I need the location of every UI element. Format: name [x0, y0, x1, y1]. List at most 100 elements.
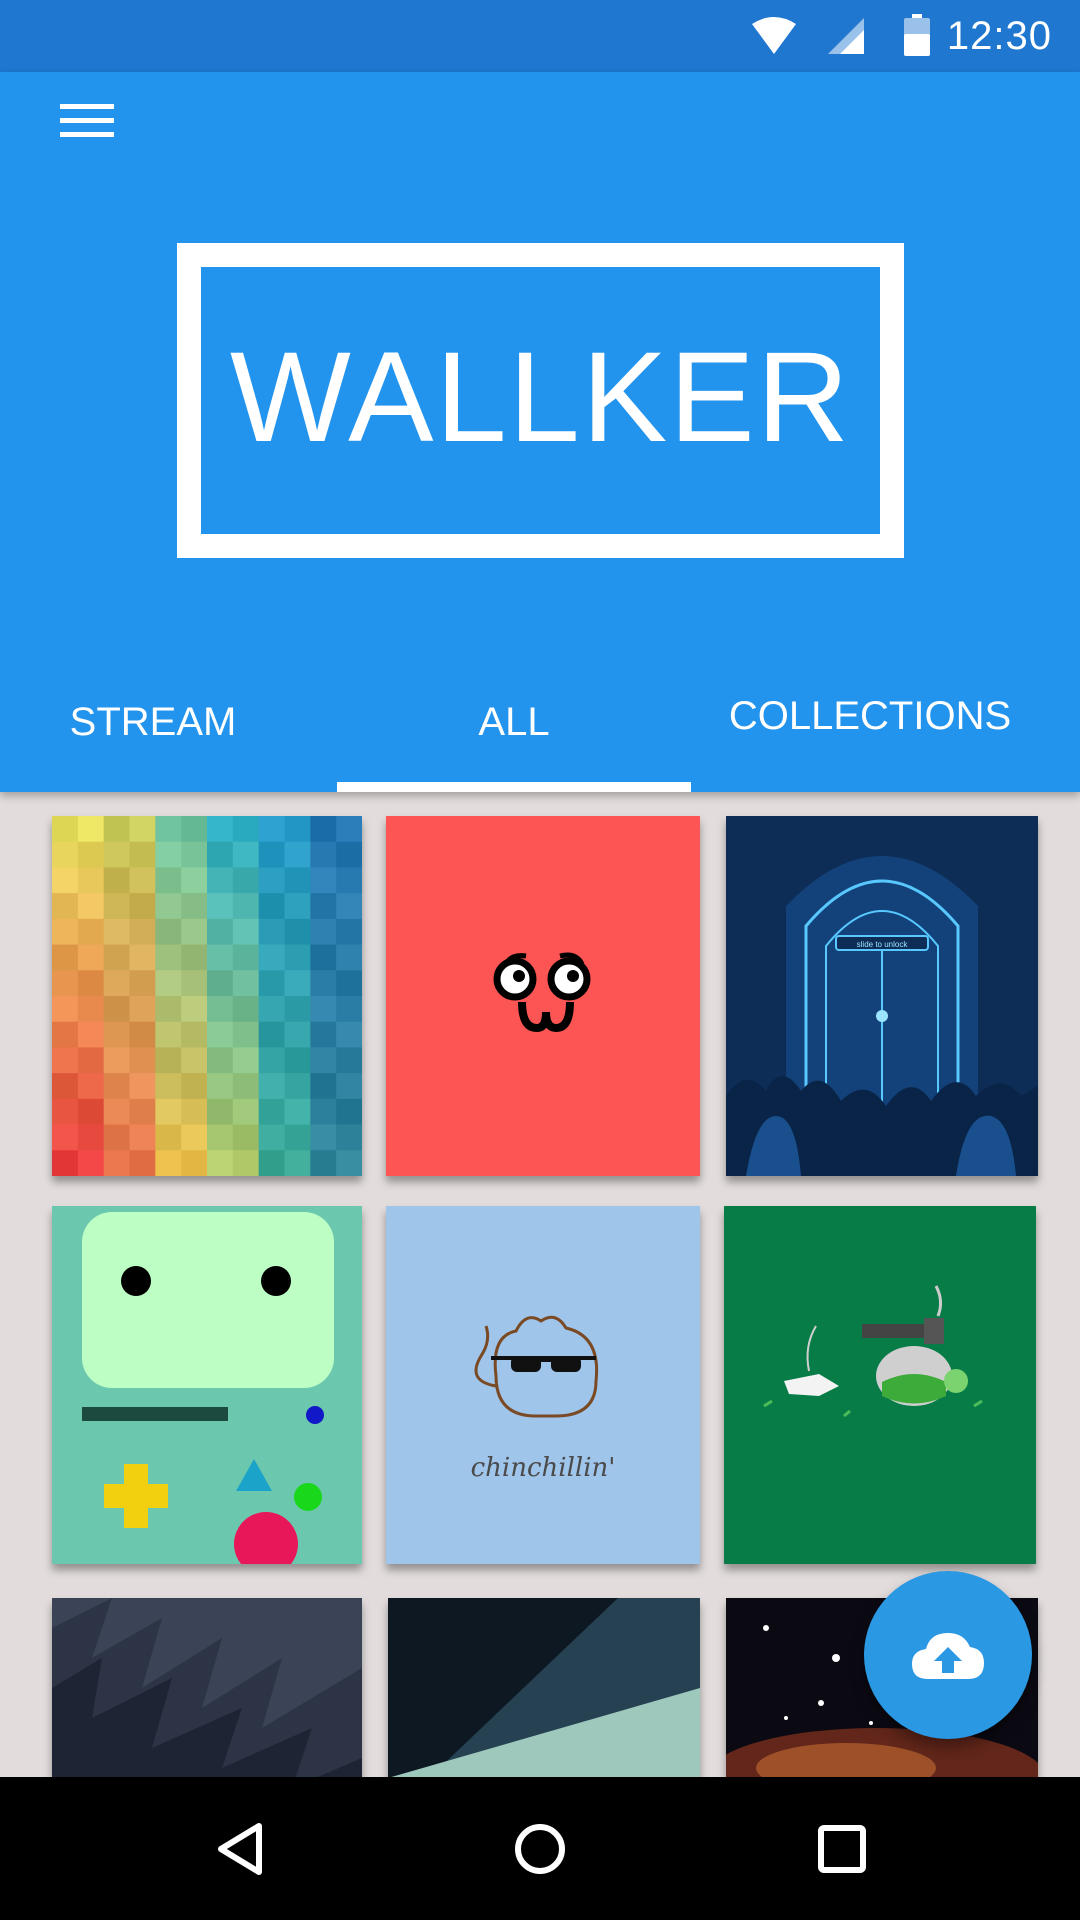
mosaic-cell [77, 1098, 105, 1126]
mosaic-cell [52, 1073, 79, 1100]
mosaic-cell [181, 816, 208, 843]
tab-collections[interactable]: COLLECTIONS [712, 646, 1028, 786]
mosaic-cell [207, 918, 234, 946]
wifi-icon [752, 17, 796, 54]
mosaic-cell [181, 944, 208, 971]
mosaic-cell [103, 867, 131, 894]
mosaic-cell [336, 816, 362, 843]
mosaic-cell [77, 816, 105, 843]
mosaic-cell [129, 1098, 156, 1126]
mosaic-cell [129, 841, 156, 869]
mosaic-cell [258, 816, 286, 843]
mosaic-cell [103, 841, 131, 869]
menu-button[interactable] [48, 86, 128, 166]
mosaic-cell [207, 996, 234, 1023]
mosaic-cell [207, 893, 234, 920]
tab-stream[interactable]: STREAM [0, 652, 306, 792]
mosaic-cell [232, 1073, 260, 1100]
mosaic-cell [232, 918, 260, 946]
mosaic-cell [207, 867, 234, 894]
wallpaper-tile-chinchilla[interactable]: chinchillin' [386, 1206, 700, 1564]
mosaic-cell [129, 1150, 156, 1176]
mosaic-cell [207, 944, 234, 971]
mosaic-cell [52, 1021, 79, 1049]
mosaic-cell [181, 893, 208, 920]
mosaic-cell [284, 816, 311, 843]
pixel-mosaic-image [52, 816, 362, 1176]
mosaic-cell [129, 970, 156, 997]
mosaic-cell [181, 1047, 208, 1074]
wallpaper-tile-pixel-gradient[interactable] [52, 816, 362, 1176]
mosaic-cell [77, 1021, 105, 1049]
mosaic-cell [336, 1073, 362, 1100]
mosaic-cell [284, 1021, 311, 1049]
mosaic-cell [284, 1098, 311, 1126]
mosaic-cell [103, 893, 131, 920]
mosaic-cell [181, 996, 208, 1023]
mosaic-cell [336, 1124, 362, 1151]
wallpaper-tile-geometric[interactable] [388, 1598, 700, 1777]
owo-face-image [493, 952, 591, 1033]
mosaic-cell [258, 918, 286, 946]
status-bar: 12:30 [0, 0, 1080, 72]
tab-collections-label: COLLECTIONS [728, 693, 1012, 738]
wallpaper-tile-turtle[interactable] [724, 1206, 1036, 1564]
mosaic-cell [155, 1073, 182, 1100]
wallpaper-tile-moria-gate[interactable]: slide to unlock [726, 816, 1038, 1176]
slide-to-unlock-text: slide to unlock [857, 940, 909, 949]
battery-icon [904, 14, 930, 56]
mosaic-cell [232, 1021, 260, 1049]
tab-indicator [337, 782, 691, 792]
mosaic-cell [129, 918, 156, 946]
mosaic-cell [155, 893, 182, 920]
mosaic-cell [310, 1150, 337, 1176]
mosaic-cell [284, 970, 311, 997]
mosaic-cell [232, 996, 260, 1023]
mosaic-cell [258, 970, 286, 997]
mosaic-cell [181, 918, 208, 946]
mosaic-cell [310, 1098, 337, 1126]
nav-recents-button[interactable] [762, 1777, 922, 1920]
wallpaper-tile-owo-face[interactable] [386, 816, 700, 1176]
mosaic-cell [103, 1098, 131, 1126]
wallpaper-tile-feathers[interactable] [52, 1598, 362, 1777]
mosaic-cell [77, 918, 105, 946]
nav-back-button[interactable] [160, 1777, 320, 1920]
mosaic-cell [336, 1021, 362, 1049]
mosaic-cell [155, 1124, 182, 1151]
tab-all[interactable]: ALL [337, 652, 691, 792]
mosaic-cell [232, 970, 260, 997]
mosaic-cell [258, 996, 286, 1023]
mosaic-cell [258, 1073, 286, 1100]
mosaic-cell [232, 816, 260, 843]
mosaic-cell [77, 996, 105, 1023]
mosaic-cell [52, 944, 79, 971]
mosaic-cell [258, 1098, 286, 1126]
mosaic-cell [77, 970, 105, 997]
mosaic-cell [77, 1047, 105, 1074]
mosaic-cell [129, 893, 156, 920]
mosaic-cell [103, 944, 131, 971]
mosaic-cell [155, 944, 182, 971]
mosaic-cell [207, 1124, 234, 1151]
mosaic-cell [77, 841, 105, 869]
mosaic-cell [52, 816, 79, 843]
mosaic-cell [336, 944, 362, 971]
mosaic-cell [103, 1150, 131, 1176]
wallpaper-tile-bmo[interactable] [52, 1206, 362, 1564]
mosaic-cell [103, 918, 131, 946]
mosaic-cell [284, 841, 311, 869]
chinchilla-image: chinchillin' [471, 1315, 616, 1483]
mosaic-cell [232, 893, 260, 920]
nav-home-button[interactable] [460, 1777, 620, 1920]
mosaic-cell [284, 1047, 311, 1074]
mosaic-cell [232, 1047, 260, 1074]
system-nav-bar [0, 1777, 1080, 1920]
recents-icon [818, 1824, 866, 1873]
mosaic-cell [310, 841, 337, 869]
chinchillin-text: chinchillin' [471, 1453, 616, 1483]
mosaic-cell [310, 996, 337, 1023]
upload-fab[interactable] [864, 1571, 1032, 1739]
mosaic-cell [103, 816, 131, 843]
mosaic-cell [284, 1124, 311, 1151]
